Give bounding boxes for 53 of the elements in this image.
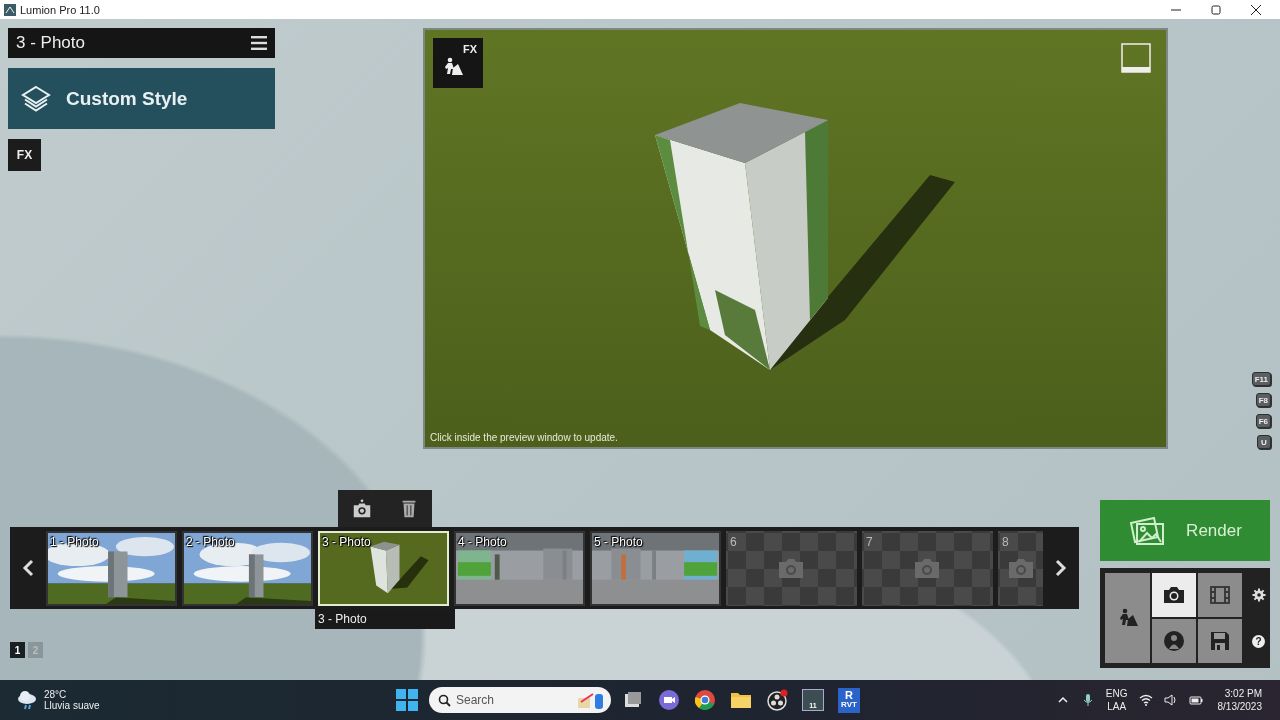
photo-caption: 3 - Photo bbox=[315, 609, 455, 629]
weather-text: Lluvia suave bbox=[44, 700, 100, 711]
person-icon bbox=[1162, 629, 1186, 653]
photo-slot[interactable]: 5 - Photo bbox=[589, 530, 721, 606]
build-mode-button[interactable] bbox=[1105, 573, 1150, 663]
window-title: Lumion Pro 11.0 bbox=[20, 3, 101, 16]
preview-hint: Click inside the preview window to update. bbox=[430, 432, 618, 443]
battery-icon[interactable] bbox=[1188, 693, 1203, 707]
language-indicator[interactable]: ENG LAA bbox=[1105, 687, 1128, 713]
chevron-right-icon[interactable] bbox=[1054, 559, 1069, 577]
scene-title: 3 - Photo bbox=[16, 33, 85, 53]
movie-mode-button[interactable] bbox=[1198, 573, 1242, 617]
panorama-mode-button[interactable] bbox=[1152, 619, 1196, 663]
window-icon[interactable] bbox=[1121, 43, 1151, 73]
search-highlight-icon bbox=[575, 690, 605, 710]
fx-button[interactable]: FX bbox=[8, 139, 41, 171]
app-logo-icon bbox=[4, 3, 16, 16]
search-icon bbox=[438, 694, 451, 707]
render-button[interactable]: Render bbox=[1100, 500, 1270, 561]
film-icon bbox=[1208, 583, 1232, 607]
speaker-icon[interactable] bbox=[1163, 693, 1178, 707]
camera-icon bbox=[1007, 557, 1034, 579]
shortcut-key[interactable]: F8 bbox=[1255, 393, 1271, 407]
save-mode-button[interactable] bbox=[1198, 619, 1242, 663]
help-button[interactable]: ? bbox=[1252, 634, 1265, 648]
shortcut-key[interactable]: U bbox=[1257, 435, 1271, 449]
chevron-left-icon[interactable] bbox=[20, 559, 35, 577]
camera-icon bbox=[914, 557, 941, 579]
fx-build-button[interactable]: FX bbox=[433, 38, 483, 88]
shortcut-key[interactable]: F11 bbox=[1251, 372, 1271, 386]
photo-slot[interactable]: 7 bbox=[861, 530, 993, 606]
search-field[interactable]: Search bbox=[429, 687, 611, 713]
photo-slot[interactable]: 8 bbox=[997, 530, 1044, 606]
wifi-icon[interactable] bbox=[1138, 693, 1153, 707]
maximize-icon[interactable] bbox=[1211, 4, 1221, 15]
photo-slot[interactable]: 3 - Photo bbox=[317, 530, 449, 606]
revit-app-icon[interactable]: R RVT bbox=[835, 686, 863, 714]
layers-icon bbox=[20, 83, 52, 114]
menu-icon[interactable] bbox=[251, 36, 267, 50]
start-icon[interactable] bbox=[396, 689, 418, 711]
shortcut-key[interactable]: F6 bbox=[1255, 414, 1271, 428]
settings-icon[interactable] bbox=[1251, 588, 1266, 602]
photo-slot[interactable]: 6 bbox=[725, 530, 857, 606]
cloud-rain-icon bbox=[16, 690, 38, 710]
page-button[interactable]: 1 bbox=[10, 642, 25, 658]
close-icon[interactable] bbox=[1251, 4, 1261, 15]
clock[interactable]: 3:02 PM 8/13/2023 bbox=[1217, 687, 1262, 713]
temperature: 28°C bbox=[44, 689, 68, 700]
photo-slot[interactable]: 4 - Photo bbox=[453, 530, 585, 606]
style-button[interactable]: Custom Style bbox=[8, 68, 275, 129]
photos-icon bbox=[1128, 514, 1167, 547]
camera-icon bbox=[778, 557, 805, 579]
photo-mode-button[interactable] bbox=[1152, 573, 1196, 617]
